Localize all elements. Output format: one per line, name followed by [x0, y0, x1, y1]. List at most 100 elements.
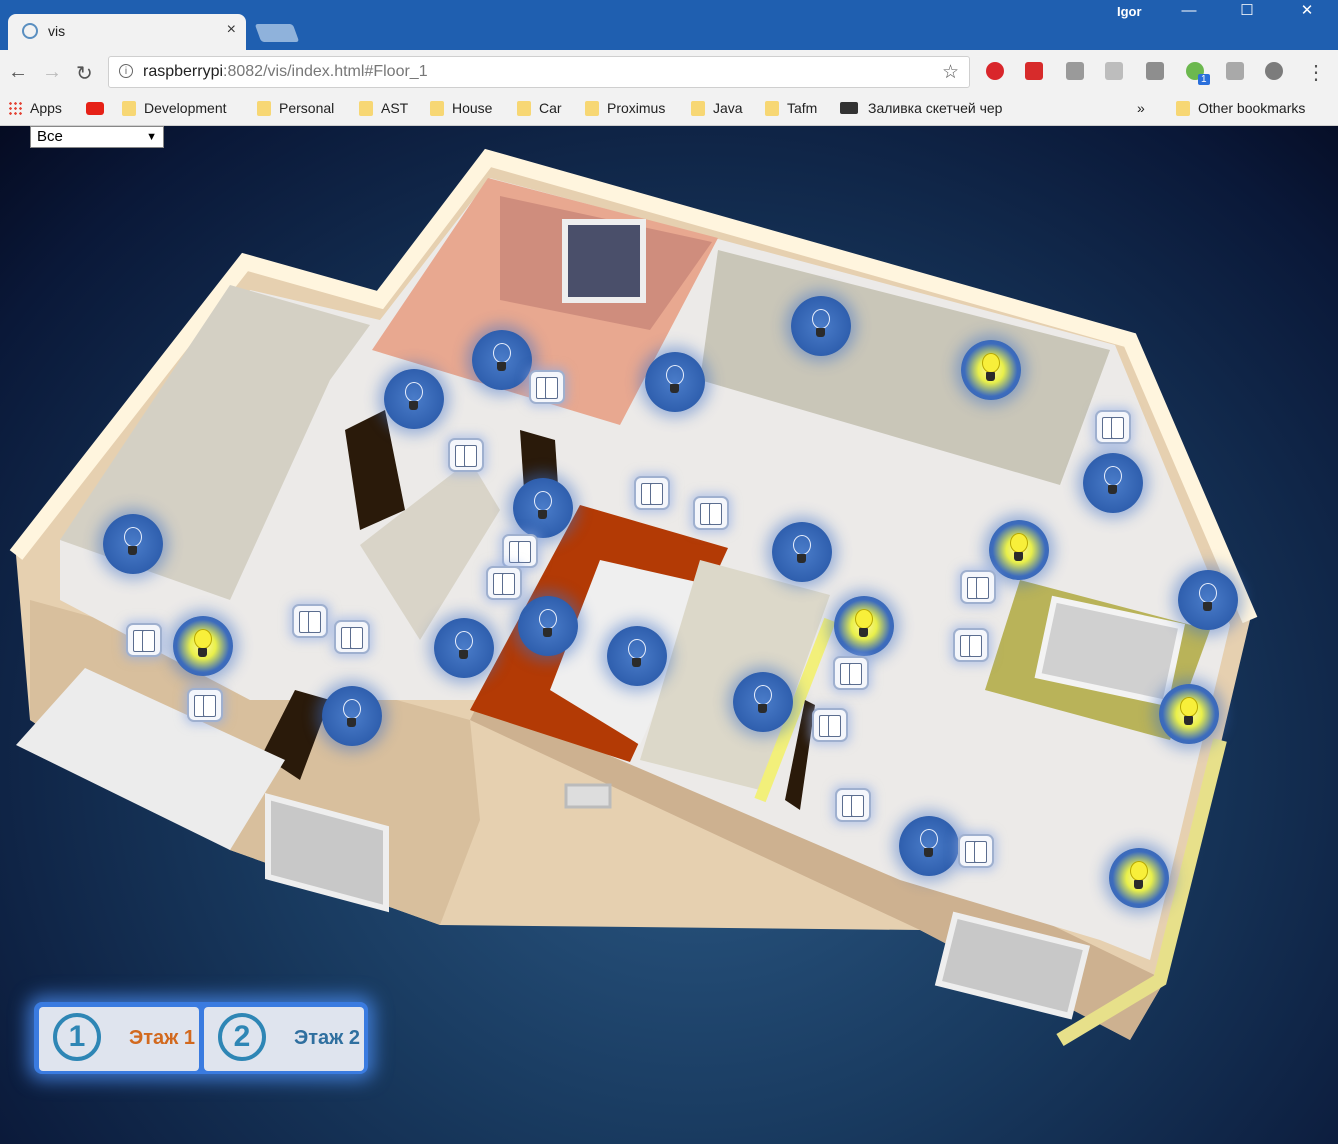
- bookmark-youtube[interactable]: [86, 100, 104, 116]
- lastpass-extension-icon[interactable]: [1025, 62, 1043, 80]
- browser-tab[interactable]: vis ×: [8, 14, 246, 50]
- light-switch-icon[interactable]: [835, 788, 871, 822]
- light-switch-icon[interactable]: [960, 570, 996, 604]
- bookmark-personal[interactable]: Personal: [257, 100, 334, 116]
- eye-extension-icon[interactable]: [1265, 62, 1283, 80]
- maximize-button[interactable]: ☐: [1224, 0, 1270, 24]
- bookmark-other[interactable]: Other bookmarks: [1176, 100, 1305, 116]
- lamp-light-icon[interactable]: [791, 296, 851, 356]
- light-switch-icon[interactable]: [833, 656, 869, 690]
- apps-grid-icon: [8, 101, 22, 115]
- ublock-extension-icon[interactable]: [986, 62, 1004, 80]
- bookmarks-overflow-button[interactable]: »: [1137, 100, 1145, 116]
- minimize-button[interactable]: —: [1166, 0, 1212, 24]
- light-switch-icon[interactable]: [958, 834, 994, 868]
- lamp-light-icon[interactable]: [1178, 570, 1238, 630]
- light-switch-icon[interactable]: [187, 688, 223, 722]
- cast-extension-icon[interactable]: [1066, 62, 1084, 80]
- lamp-light-icon[interactable]: [961, 340, 1021, 400]
- lamp-light-icon[interactable]: [1083, 453, 1143, 513]
- lamp-light-icon[interactable]: [513, 478, 573, 538]
- lamp-light-icon[interactable]: [899, 816, 959, 876]
- bulb-base: [986, 372, 995, 381]
- bookmark-car[interactable]: Car: [517, 100, 562, 116]
- site-info-icon[interactable]: i: [119, 64, 133, 78]
- chrome-menu-icon[interactable]: ⋮: [1306, 60, 1326, 85]
- browser-toolbar: ← → ↻ i raspberrypi:8082/vis/index.html#…: [0, 50, 1338, 94]
- light-switch-icon[interactable]: [812, 708, 848, 742]
- view-select-value: Все: [37, 128, 63, 145]
- bookmark-development[interactable]: Development: [122, 100, 227, 116]
- bulb-icon: [405, 382, 423, 402]
- lamp-light-icon[interactable]: [472, 330, 532, 390]
- view-select[interactable]: Все ▼: [30, 126, 164, 148]
- lamp-light-icon[interactable]: [834, 596, 894, 656]
- youtube-icon: [86, 102, 104, 115]
- bookmark-house[interactable]: House: [430, 100, 492, 116]
- light-switch-icon[interactable]: [502, 534, 538, 568]
- vis-favicon-icon: [22, 23, 38, 39]
- bookmark-tafm[interactable]: Tafm: [765, 100, 817, 116]
- bedroom-window: [562, 219, 646, 303]
- light-switch-icon[interactable]: [1095, 410, 1131, 444]
- folder-icon: [765, 101, 779, 116]
- lamp-light-icon[interactable]: [173, 616, 233, 676]
- bulb-base: [128, 546, 137, 555]
- bulb-icon: [793, 535, 811, 555]
- google-translate-extension-icon[interactable]: [1105, 62, 1123, 80]
- lamp-light-icon[interactable]: [103, 514, 163, 574]
- lamp-light-icon[interactable]: [989, 520, 1049, 580]
- address-bar[interactable]: i raspberrypi:8082/vis/index.html#Floor_…: [108, 56, 970, 88]
- reload-button[interactable]: ↻: [76, 61, 93, 86]
- lamp-light-icon[interactable]: [645, 352, 705, 412]
- light-switch-icon[interactable]: [126, 623, 162, 657]
- extension-badge: 1: [1198, 74, 1210, 85]
- lamp-light-icon[interactable]: [322, 686, 382, 746]
- light-switch-icon[interactable]: [693, 496, 729, 530]
- shield-extension-icon[interactable]: [1146, 62, 1164, 80]
- light-switch-icon[interactable]: [529, 370, 565, 404]
- bulb-base: [758, 704, 767, 713]
- bookmark-apps[interactable]: Apps: [8, 100, 62, 116]
- light-switch-icon[interactable]: [634, 476, 670, 510]
- bulb-base: [1134, 880, 1143, 889]
- floor-number-1-icon: 1: [53, 1013, 101, 1061]
- bulb-base: [924, 848, 933, 857]
- forward-button[interactable]: →: [42, 61, 62, 84]
- light-switch-icon[interactable]: [953, 628, 989, 662]
- bulb-base: [538, 510, 547, 519]
- light-switch-icon[interactable]: [486, 566, 522, 600]
- bookmark-star-icon[interactable]: ☆: [942, 61, 959, 84]
- light-switch-icon[interactable]: [448, 438, 484, 472]
- lamp-light-icon[interactable]: [1109, 848, 1169, 908]
- trash-extension-icon[interactable]: [1226, 62, 1244, 80]
- new-tab-button[interactable]: [254, 24, 300, 42]
- vis-view: Все ▼ 1 Этаж 1 2 Этаж 2: [0, 126, 1338, 1144]
- lamp-light-icon[interactable]: [772, 522, 832, 582]
- bookmark-label: Proximus: [607, 100, 666, 116]
- lamp-light-icon[interactable]: [518, 596, 578, 656]
- floor-1-button[interactable]: 1 Этаж 1: [39, 1007, 199, 1071]
- lamp-light-icon[interactable]: [733, 672, 793, 732]
- tab-close-icon[interactable]: ×: [227, 21, 236, 39]
- lamp-light-icon[interactable]: [1159, 684, 1219, 744]
- light-switch-icon[interactable]: [334, 620, 370, 654]
- folder-icon: [585, 101, 599, 116]
- profile-user-name[interactable]: Igor: [1117, 4, 1142, 19]
- light-switch-icon[interactable]: [292, 604, 328, 638]
- bookmark-ast[interactable]: AST: [359, 100, 408, 116]
- bulb-base: [459, 650, 468, 659]
- close-window-button[interactable]: ✕: [1284, 0, 1330, 24]
- bookmark-java[interactable]: Java: [691, 100, 743, 116]
- folder-icon: [691, 101, 705, 116]
- lamp-light-icon[interactable]: [384, 369, 444, 429]
- bookmark-proximus[interactable]: Proximus: [585, 100, 665, 116]
- bulb-icon: [982, 353, 1000, 373]
- back-button[interactable]: ←: [8, 61, 28, 84]
- lamp-light-icon[interactable]: [607, 626, 667, 686]
- bookmarks-bar: Apps Development Personal AST House Car …: [0, 94, 1338, 126]
- floor-2-button[interactable]: 2 Этаж 2: [204, 1007, 364, 1071]
- bookmark-sketch[interactable]: Заливка скетчей чер: [840, 100, 1002, 116]
- bookmark-apps-label: Apps: [30, 100, 62, 116]
- lamp-light-icon[interactable]: [434, 618, 494, 678]
